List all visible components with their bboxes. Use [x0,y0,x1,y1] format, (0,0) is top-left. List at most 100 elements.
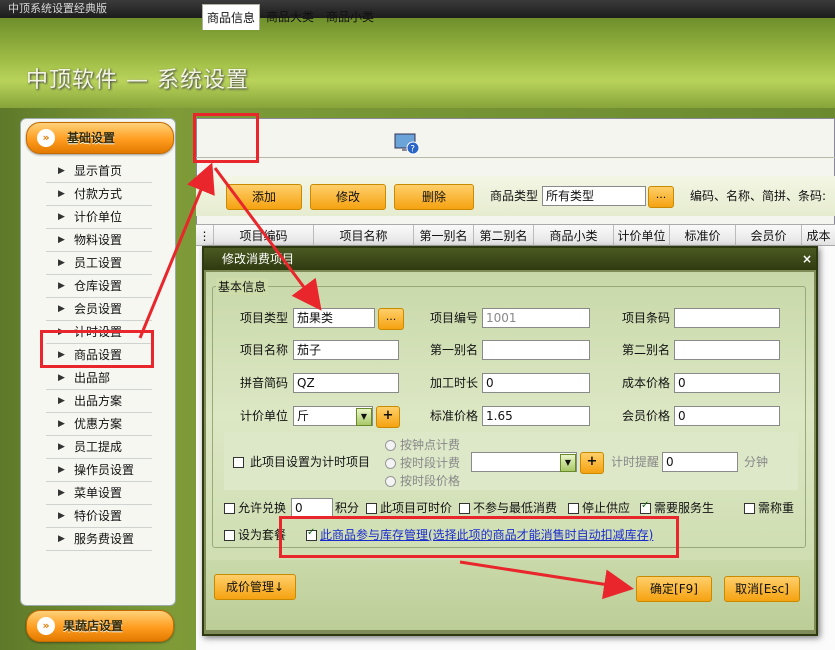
sidebar-section-fruit-shop[interactable]: » 果蔬店设置 [26,610,174,642]
sidebar-item-label: 菜单设置 [74,486,123,500]
page-title: 中顶软件 — 系统设置 [26,68,249,93]
sidebar-item-label: 优惠方案 [74,417,123,431]
toolbar: 添加 修改 删除 商品类型 所有类型 ... 编码、名称、简拼、条码: [196,176,835,216]
sidebar-item-commission[interactable]: ▶ 员工提成 [46,436,152,459]
need-weigh-checkbox[interactable] [744,503,755,514]
timed-item-checkbox[interactable] [233,457,244,468]
item-type-field[interactable]: 茄果类 [293,308,375,328]
sidebar-section-basic-settings[interactable]: » 基础设置 [26,122,174,154]
search-label: 编码、名称、简拼、条码: [690,189,827,203]
sidebar-item-members[interactable]: ▶ 会员设置 [46,298,152,321]
sidebar-item-label: 显示首页 [74,164,123,178]
item-name-field[interactable]: 茄子 [293,340,399,360]
cancel-button[interactable]: 取消[Esc] [724,576,800,602]
proc-time-field[interactable]: 0 [482,373,590,393]
member-price-field[interactable]: 0 [674,406,780,426]
edit-button[interactable]: 修改 [310,184,386,210]
radio-by-period-label: 按时段计费 [400,456,461,470]
barcode-label: 项目条码 [622,311,671,325]
exchange-points-field[interactable]: 0 [291,498,333,518]
product-type-field[interactable]: 所有类型 [542,186,646,206]
grid-corner: ⋮ [196,225,214,247]
sidebar-item-label: 会员设置 [74,302,123,316]
member-price-label: 会员价格 [622,409,671,423]
triangle-right-icon: ▶ [58,235,65,245]
sidebar-item-menu[interactable]: ▶ 菜单设置 [46,482,152,505]
sidebar-item-output-dept[interactable]: ▶ 出品部 [46,367,152,390]
column-header[interactable]: 成本 [802,225,835,247]
sidebar-item-operators[interactable]: ▶ 操作员设置 [46,459,152,482]
need-weigh-label: 需称重 [758,501,795,515]
no-min-spend-checkbox[interactable] [459,503,470,514]
product-type-picker-button[interactable]: ... [648,186,674,208]
help-monitor-icon[interactable]: ? [394,133,420,155]
item-name-label: 项目名称 [240,343,289,357]
need-service-checkbox[interactable] [640,500,651,514]
tab-product-subcategory[interactable]: 商品小类 [322,6,378,28]
barcode-field[interactable] [674,308,780,328]
sidebar-item-warehouse[interactable]: ▶ 仓库设置 [46,275,152,298]
group-title: 基本信息 [216,278,269,295]
window-title-bar: 中顶系统设置经典版 [0,0,835,18]
column-header[interactable]: 第二别名 [474,225,534,247]
tab-product-info[interactable]: 商品信息 [202,4,261,30]
pinyin-field[interactable]: QZ [293,373,399,393]
column-header[interactable]: 第一别名 [414,225,474,247]
sidebar-item-label: 物料设置 [74,233,123,247]
reminder-field[interactable]: 0 [662,452,738,472]
ok-button[interactable]: 确定[F9] [636,576,712,602]
column-header[interactable]: 项目名称 [314,225,414,247]
set-package-checkbox[interactable] [224,530,235,541]
chevron-down-icon[interactable]: ▼ [560,454,576,472]
add-unit-button[interactable]: + [376,406,400,428]
sidebar-item-special-price[interactable]: ▶ 特价设置 [46,505,152,528]
triangle-right-icon: ▶ [58,189,65,199]
radio-by-hour[interactable] [385,440,396,451]
item-code-field[interactable]: 1001 [482,308,590,328]
no-min-spend-label: 不参与最低消费 [473,501,558,515]
item-timed-checkbox[interactable] [366,503,377,514]
stop-supply-label: 停止供应 [582,501,631,515]
unit-select-value: 斤 [297,409,310,423]
dialog-button-bar [206,560,814,630]
sidebar-item-output-plan[interactable]: ▶ 出品方案 [46,390,152,413]
close-icon[interactable]: × [798,249,816,269]
cost-price-field[interactable]: 0 [674,373,780,393]
sidebar-section-label: 基础设置 [67,131,116,145]
sidebar-item-units[interactable]: ▶ 计价单位 [46,206,152,229]
radio-by-period-price[interactable] [385,476,396,487]
period-select[interactable]: ▼ [471,452,577,472]
tab-product-category[interactable]: 商品大类 [262,6,318,28]
std-price-field[interactable]: 1.65 [482,406,590,426]
delete-button[interactable]: 删除 [394,184,474,210]
alias2-field[interactable] [674,340,780,360]
sidebar-item-label: 员工设置 [74,256,123,270]
item-type-picker-button[interactable]: ... [378,308,404,330]
alias1-field[interactable] [482,340,590,360]
allow-exchange-checkbox[interactable] [224,503,235,514]
radio-by-hour-label: 按钟点计费 [400,438,461,452]
cost-management-button[interactable]: 成价管理↓ [214,574,296,600]
sidebar-item-home[interactable]: ▶ 显示首页 [46,160,152,183]
add-period-button[interactable]: + [580,452,604,474]
column-header[interactable]: 会员价 [736,225,802,247]
column-header[interactable]: 计价单位 [614,225,670,247]
triangle-right-icon: ▶ [58,304,65,314]
sidebar-item-materials[interactable]: ▶ 物料设置 [46,229,152,252]
sidebar-item-label: 操作员设置 [74,463,135,477]
sidebar-item-discount-plan[interactable]: ▶ 优惠方案 [46,413,152,436]
triangle-right-icon: ▶ [58,396,65,406]
add-button[interactable]: 添加 [226,184,302,210]
chevron-down-icon[interactable]: ▼ [356,408,372,426]
stop-supply-checkbox[interactable] [568,503,579,514]
radio-by-period[interactable] [385,458,396,469]
column-header[interactable]: 标准价 [670,225,736,247]
column-header[interactable]: 商品小类 [534,225,614,247]
sidebar-item-label: 特价设置 [74,509,123,523]
grid-header: ⋮ 项目编码 项目名称 第一别名 第二别名 商品小类 计价单位 标准价 会员价 … [196,224,835,247]
sidebar-item-payment[interactable]: ▶ 付款方式 [46,183,152,206]
sidebar-item-service-fee[interactable]: ▶ 服务费设置 [46,528,152,551]
column-header[interactable]: 项目编码 [214,225,314,247]
sidebar-item-employees[interactable]: ▶ 员工设置 [46,252,152,275]
unit-select[interactable]: 斤 ▼ [293,406,373,426]
